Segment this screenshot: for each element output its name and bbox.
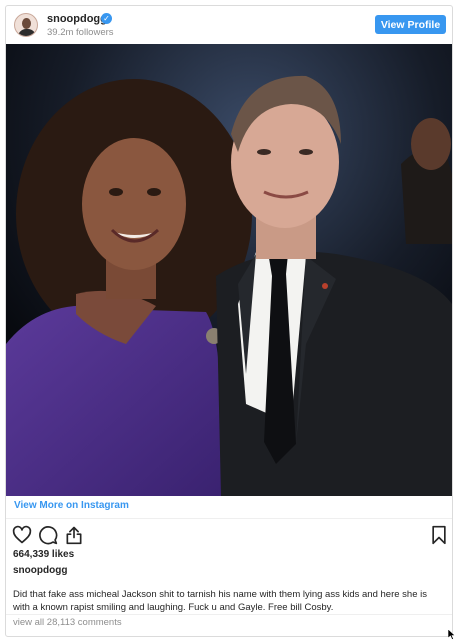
post-photo[interactable] (6, 44, 452, 496)
divider (6, 614, 452, 615)
comment-icon[interactable] (38, 525, 58, 545)
divider (6, 518, 452, 519)
bookmark-icon[interactable] (429, 525, 449, 545)
profile-avatar[interactable] (14, 13, 38, 37)
follower-count: 39.2m followers (47, 27, 114, 38)
caption-username[interactable]: snoopdogg (13, 565, 67, 576)
post-header: snoopdogg ✓ 39.2m followers View Profile (6, 6, 452, 44)
heart-icon[interactable] (12, 525, 32, 545)
instagram-embed-card: snoopdogg ✓ 39.2m followers View Profile (5, 5, 453, 637)
share-icon[interactable] (64, 525, 84, 545)
post-actions (12, 525, 448, 545)
view-all-comments-link[interactable]: view all 28,113 comments (13, 617, 122, 628)
view-more-on-instagram-link[interactable]: View More on Instagram (14, 500, 129, 511)
profile-username[interactable]: snoopdogg (47, 13, 107, 25)
like-count[interactable]: 664,339 likes (13, 549, 74, 560)
verified-badge-icon: ✓ (101, 13, 112, 24)
cursor-icon (448, 629, 456, 640)
view-profile-button[interactable]: View Profile (375, 15, 446, 34)
post-caption: Did that fake ass micheal Jackson shit t… (13, 589, 427, 613)
